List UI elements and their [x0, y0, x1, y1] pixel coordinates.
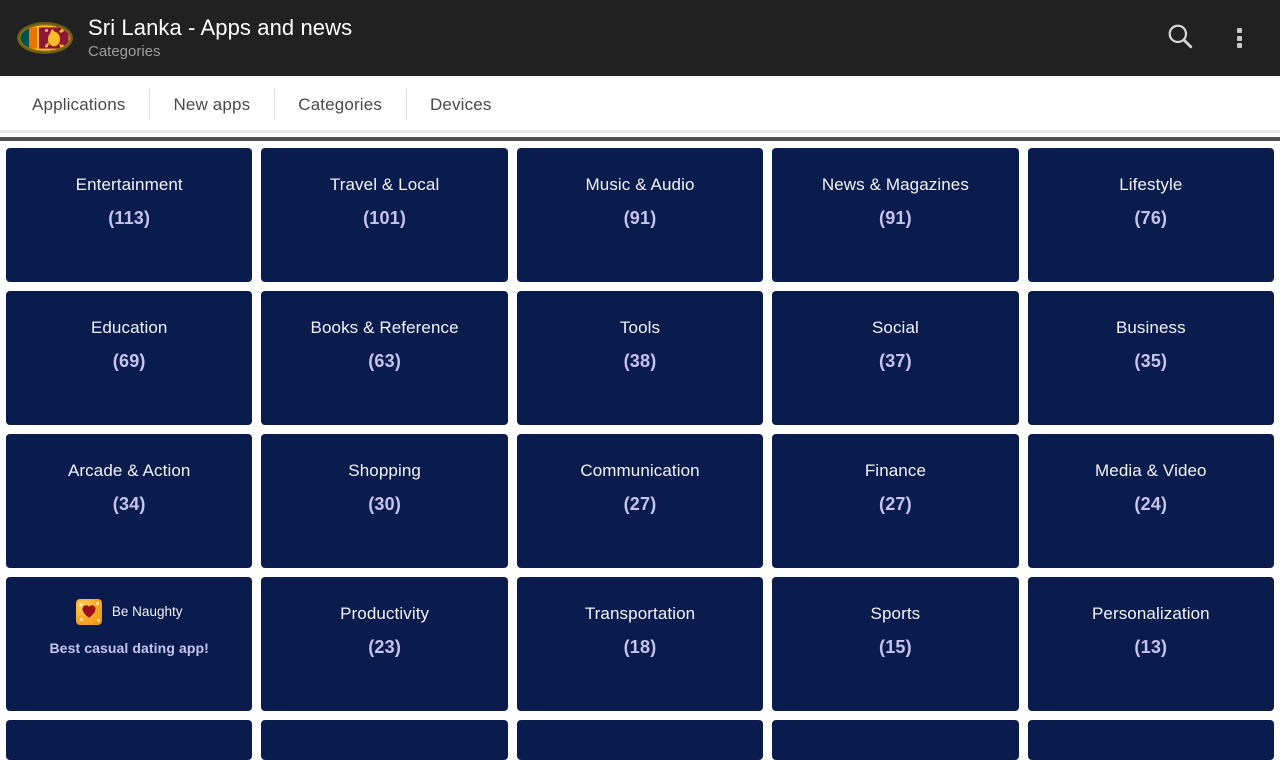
- tile-count: (24): [1134, 494, 1168, 514]
- category-tile-offscreen[interactable]: [6, 720, 253, 760]
- category-tile-music-and-audio[interactable]: Music & Audio (91): [516, 148, 764, 282]
- tile-label: Social: [871, 318, 919, 337]
- page-title: Sri Lanka - Apps and news: [88, 14, 353, 40]
- ad-tile-be-naughty[interactable]: Be Naughty Best casual dating app!: [6, 577, 253, 711]
- category-tile-personalization[interactable]: Personalization (13): [1027, 577, 1275, 711]
- tile-label: Arcade & Action: [67, 461, 191, 480]
- grid-row: Be Naughty Best casual dating app! Produ…: [6, 577, 1275, 711]
- tile-label: Education: [90, 318, 168, 337]
- tab-label: Categories: [298, 94, 382, 114]
- tab-bar: Applications New apps Categories Devices: [0, 76, 1280, 133]
- tile-label: Lifestyle: [1119, 175, 1183, 194]
- tile-label: Tools: [619, 318, 661, 337]
- tab-devices[interactable]: Devices: [405, 76, 516, 133]
- tile-label: Personalization: [1091, 604, 1210, 623]
- tab-label: Devices: [429, 94, 492, 114]
- category-tile-finance[interactable]: Finance (27): [772, 434, 1019, 568]
- category-tile-communication[interactable]: Communication (27): [516, 434, 764, 568]
- grid-row: Education (69) Books & Reference (63) To…: [6, 291, 1275, 425]
- tile-label: Communication: [580, 461, 700, 480]
- tile-label: Books & Reference: [310, 318, 459, 337]
- content-separator: [0, 133, 1280, 141]
- search-button[interactable]: [1148, 0, 1212, 76]
- category-tile-social[interactable]: Social (37): [772, 291, 1019, 425]
- tab-label: New apps: [173, 94, 251, 114]
- app-bar: Sri Lanka - Apps and news Categories: [0, 0, 1280, 76]
- tile-count: (101): [363, 208, 407, 228]
- category-tile-entertainment[interactable]: Entertainment (113): [6, 148, 253, 282]
- tile-label: Business: [1115, 318, 1186, 337]
- category-tile-transportation[interactable]: Transportation (18): [516, 577, 764, 711]
- app-bar-actions: [1148, 0, 1266, 76]
- category-tile-shopping[interactable]: Shopping (30): [261, 434, 508, 568]
- category-tile-tools[interactable]: Tools (38): [516, 291, 764, 425]
- category-tile-lifestyle[interactable]: Lifestyle (76): [1027, 148, 1275, 282]
- tile-count: (27): [623, 494, 657, 514]
- tile-label: Transportation: [584, 604, 696, 623]
- tile-label: Travel & Local: [329, 175, 440, 194]
- tile-label: Shopping: [348, 461, 421, 480]
- category-tile-business[interactable]: Business (35): [1027, 291, 1275, 425]
- tile-count: (76): [1134, 208, 1168, 228]
- tile-count: (27): [879, 494, 912, 514]
- tile-label: News & Magazines: [821, 175, 969, 194]
- category-tile-productivity[interactable]: Productivity (23): [261, 577, 508, 711]
- tile-count: (113): [108, 208, 151, 228]
- tile-count: (38): [623, 351, 657, 371]
- tab-applications[interactable]: Applications: [8, 76, 149, 133]
- tab-categories[interactable]: Categories: [274, 76, 406, 133]
- tile-label: Finance: [864, 461, 927, 480]
- grid-row: Arcade & Action (34) Shopping (30) Commu…: [6, 434, 1275, 568]
- search-icon: [1165, 21, 1195, 56]
- tile-count: (23): [368, 637, 402, 657]
- tile-label: Sports: [870, 604, 921, 623]
- category-tile-offscreen[interactable]: [1027, 720, 1275, 760]
- category-tile-news-and-magazines[interactable]: News & Magazines (91): [772, 148, 1019, 282]
- grid-row-partial: [6, 720, 1275, 760]
- tile-label: Media & Video: [1095, 461, 1207, 480]
- ad-app-name: Be Naughty: [111, 604, 183, 619]
- sri-lanka-flag-icon: [16, 20, 74, 56]
- category-tile-offscreen[interactable]: [516, 720, 764, 760]
- tab-new-apps[interactable]: New apps: [149, 76, 274, 133]
- page-subtitle: Categories: [88, 42, 161, 60]
- tile-label: Productivity: [340, 604, 430, 623]
- tile-label: Entertainment: [75, 175, 183, 194]
- tab-label: Applications: [32, 94, 126, 114]
- tile-count: (18): [623, 637, 657, 657]
- tile-count: (30): [368, 494, 402, 514]
- tile-label: Music & Audio: [585, 175, 695, 194]
- ad-tagline: Best casual dating app!: [49, 640, 209, 656]
- tile-count: (63): [368, 351, 402, 371]
- category-tile-books-and-reference[interactable]: Books & Reference (63): [261, 291, 508, 425]
- category-tile-media-and-video[interactable]: Media & Video (24): [1027, 434, 1275, 568]
- overflow-menu-icon: [1236, 28, 1242, 48]
- tile-count: (35): [1134, 351, 1168, 371]
- ad-header: Be Naughty: [6, 599, 252, 625]
- tile-count: (91): [879, 208, 912, 228]
- tile-count: (34): [112, 494, 146, 514]
- grid-row: Entertainment (113) Travel & Local (101)…: [6, 148, 1275, 282]
- category-tile-sports[interactable]: Sports (15): [772, 577, 1019, 711]
- category-grid: Entertainment (113) Travel & Local (101)…: [0, 141, 1280, 760]
- category-tile-education[interactable]: Education (69): [6, 291, 253, 425]
- tile-count: (13): [1134, 637, 1168, 657]
- category-tile-arcade-and-action[interactable]: Arcade & Action (34): [6, 434, 253, 568]
- tile-count: (69): [112, 351, 146, 371]
- app-bar-titles: Sri Lanka - Apps and news Categories: [88, 15, 1148, 61]
- category-tile-travel-and-local[interactable]: Travel & Local (101): [261, 148, 508, 282]
- tile-count: (37): [879, 351, 912, 371]
- tile-count: (91): [623, 208, 657, 228]
- category-tile-offscreen[interactable]: [261, 720, 508, 760]
- overflow-menu-button[interactable]: [1212, 0, 1266, 76]
- heart-app-icon: [75, 599, 102, 625]
- tile-count: (15): [879, 637, 912, 657]
- category-tile-offscreen[interactable]: [772, 720, 1019, 760]
